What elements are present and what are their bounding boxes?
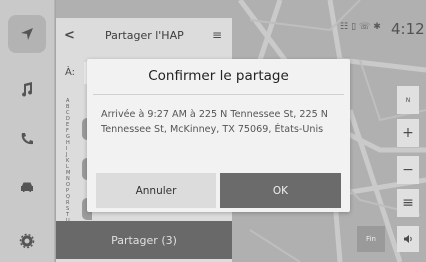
cancel-button[interactable]: Annuler bbox=[96, 173, 216, 208]
car-icon bbox=[21, 182, 33, 192]
confirm-share-dialog: Confirmer le partage Arrivée à 9:27 AM à… bbox=[87, 59, 350, 212]
music-icon bbox=[22, 82, 33, 97]
rail-settings-button[interactable] bbox=[8, 222, 46, 260]
rail-navigation-button[interactable] bbox=[8, 15, 46, 53]
dialog-message: Arrivée à 9:27 AM à 225 N Tennessee St, … bbox=[101, 109, 328, 135]
phone-icon bbox=[21, 133, 33, 145]
app-rail bbox=[0, 0, 55, 262]
app-screen: < Partager l'HAP ≡ À: ABCDEFGHIJKLMNOPQR… bbox=[0, 0, 426, 262]
ok-button[interactable]: OK bbox=[220, 173, 341, 208]
rail-phone-button[interactable] bbox=[8, 120, 46, 158]
dialog-title: Confirmer le partage bbox=[148, 68, 289, 84]
rail-music-button[interactable] bbox=[8, 70, 46, 108]
settings-icon bbox=[19, 233, 35, 249]
navigation-icon bbox=[21, 28, 33, 40]
rail-car-button[interactable] bbox=[8, 168, 46, 206]
dialog-divider bbox=[93, 94, 344, 95]
